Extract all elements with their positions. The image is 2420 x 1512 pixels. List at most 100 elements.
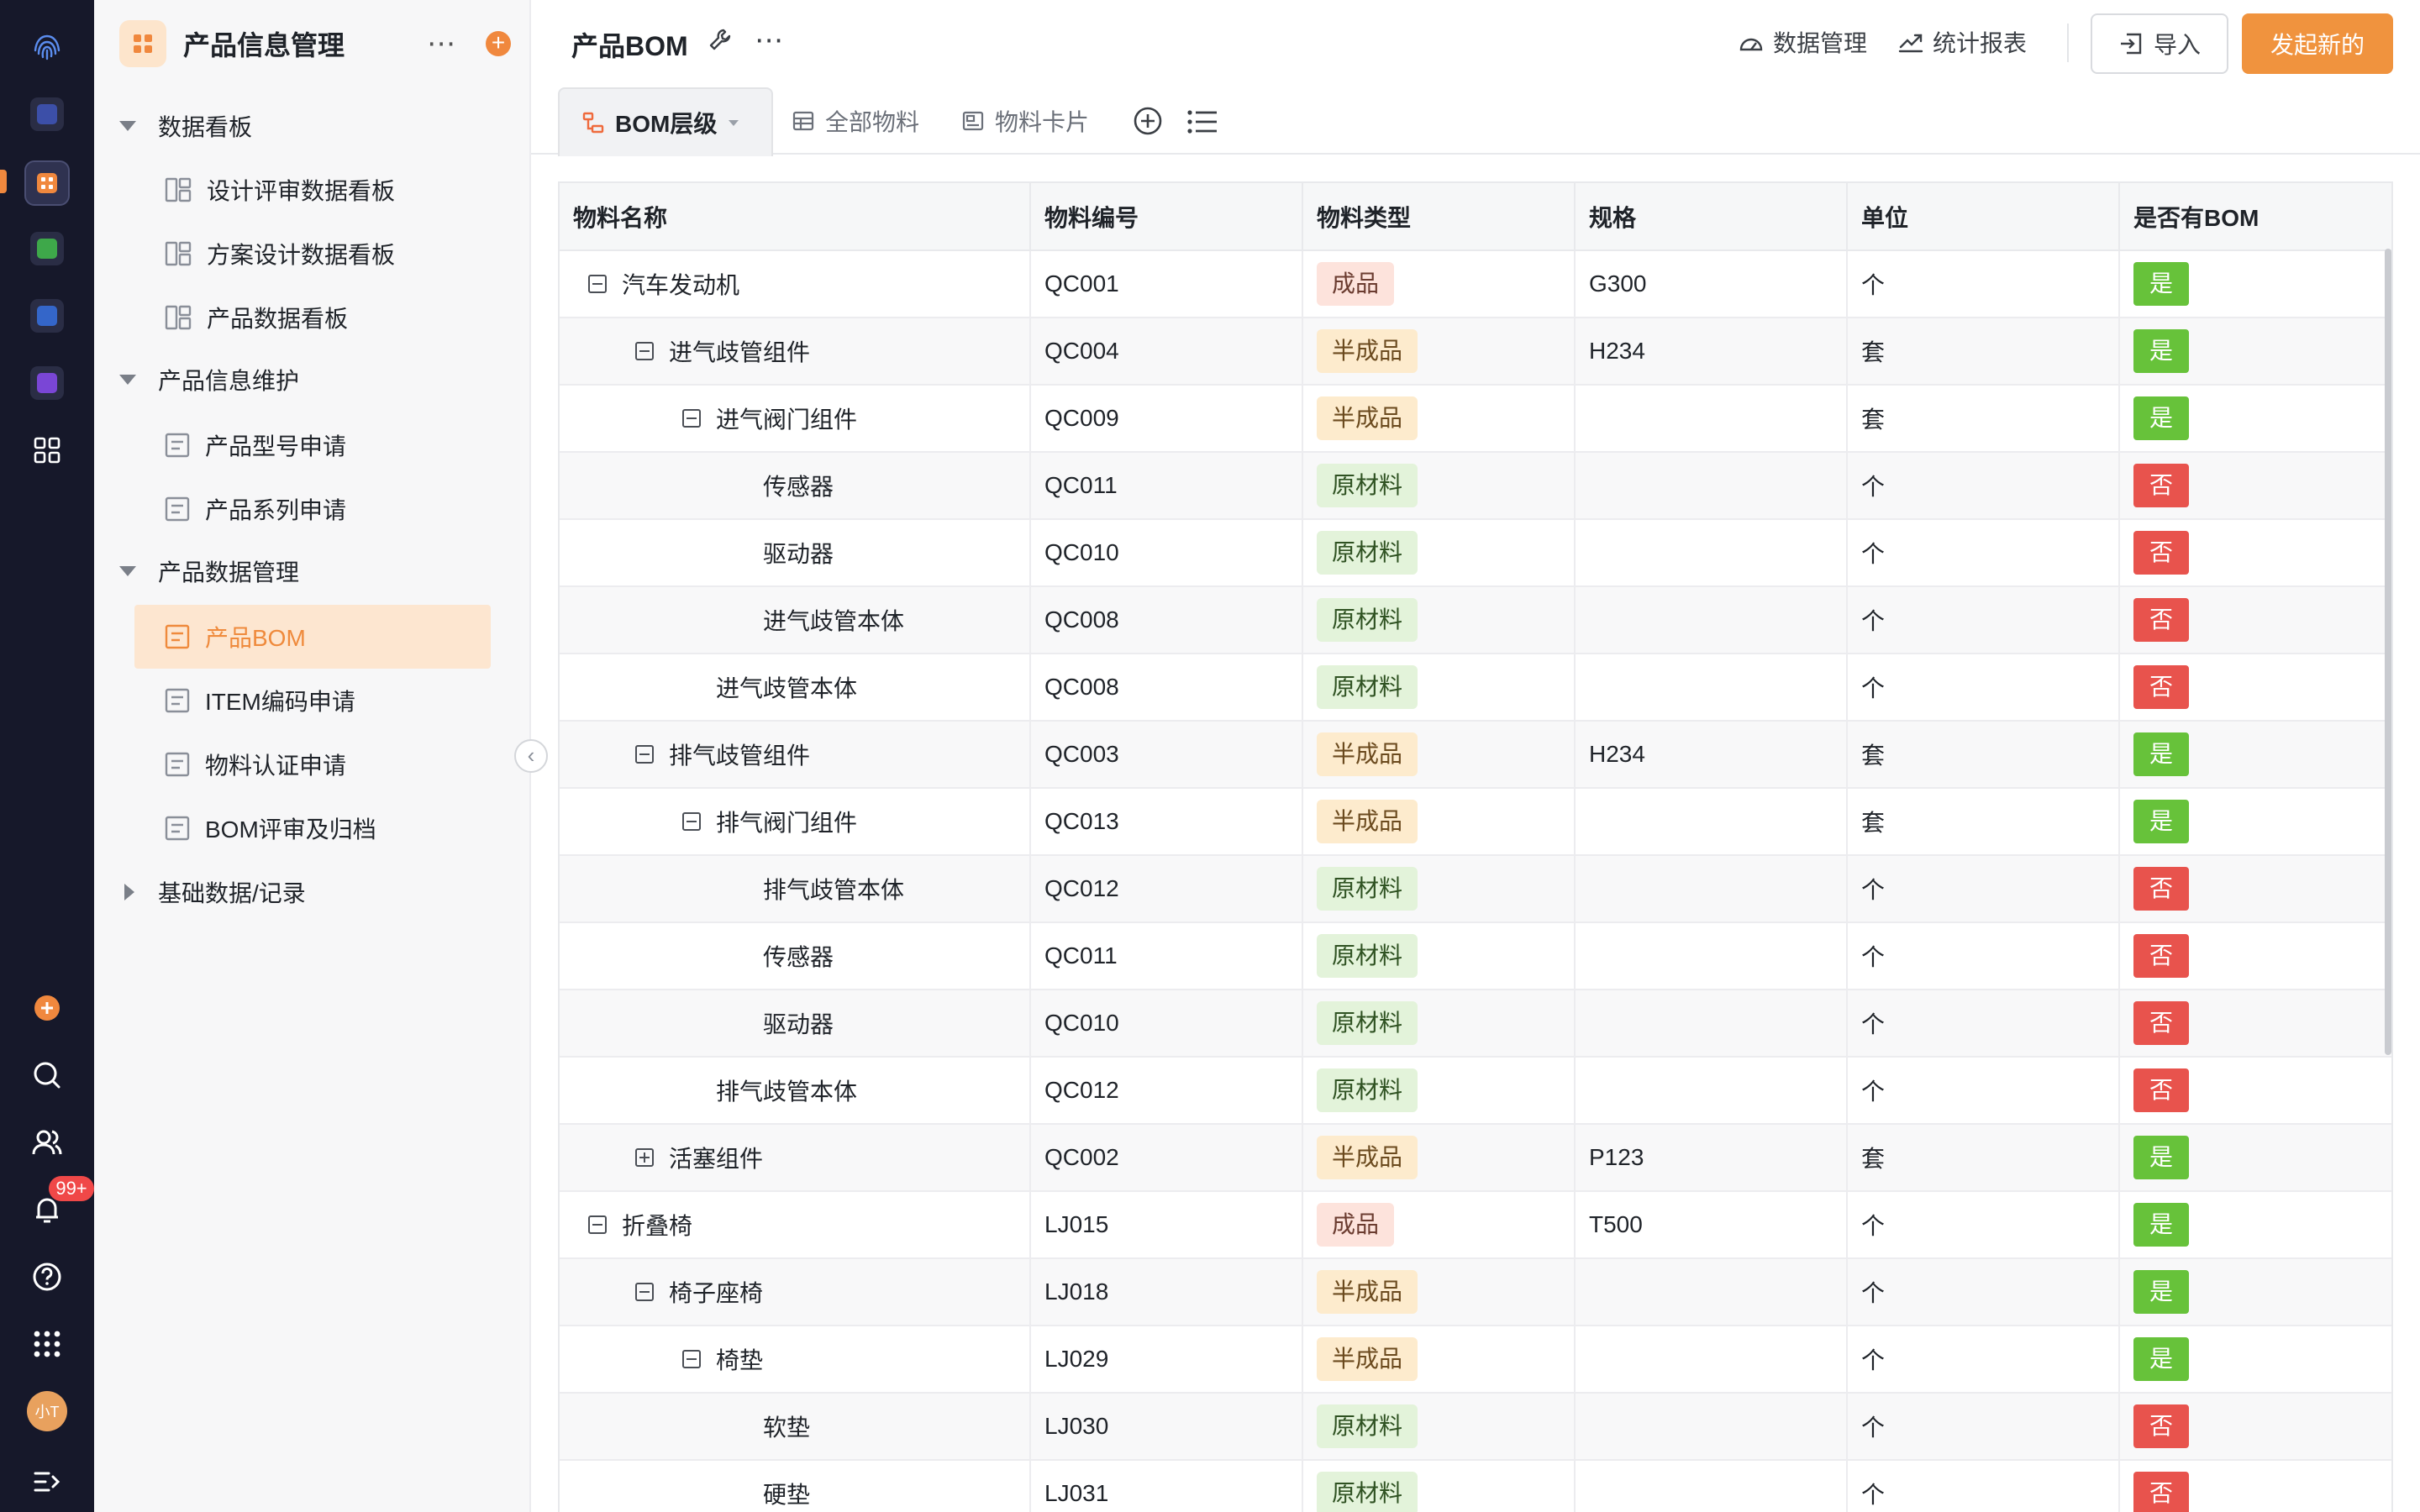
sidebar-item-product-dashboard[interactable]: 产品数据看板	[134, 286, 491, 349]
cell-spec: P123	[1575, 1124, 1848, 1192]
tab-bom-level[interactable]: BOM层级	[558, 87, 773, 156]
column-header[interactable]: 规格	[1575, 183, 1848, 251]
more-options-icon[interactable]: ⋯	[427, 27, 457, 60]
sidebar-item-design-review-dashboard[interactable]: 设计评审数据看板	[134, 158, 491, 222]
module-logo-icon	[119, 20, 166, 67]
sidebar-item-product-bom[interactable]: 产品BOM	[134, 605, 491, 669]
wrench-icon[interactable]	[708, 27, 733, 56]
app-logo-icon[interactable]	[27, 27, 67, 67]
cell-material-code: LJ030	[1030, 1393, 1303, 1461]
table-row[interactable]: 汽车发动机 QC001 成品 G300 个是	[560, 250, 2391, 318]
all-apps-icon[interactable]	[27, 430, 67, 470]
tree-group-product-data[interactable]: 产品数据管理	[119, 546, 299, 596]
column-header[interactable]: 物料编号	[1030, 183, 1303, 251]
has-bom-badge: 否	[2133, 598, 2189, 642]
cell-material-name: 进气歧管组件	[560, 318, 1031, 386]
sidebar-item-bom-review[interactable]: BOM评审及归档	[134, 796, 491, 860]
sidebar-item-solution-design-dashboard[interactable]: 方案设计数据看板	[134, 222, 491, 286]
tab-material-cards[interactable]: 物料卡片	[961, 87, 1089, 155]
docs-app-icon[interactable]	[27, 296, 67, 336]
table-row[interactable]: 进气歧管组件 QC004 半成品 H234 套是	[560, 318, 2391, 386]
material-type-tag: 原材料	[1317, 531, 1418, 575]
column-header[interactable]: 物料类型	[1302, 183, 1576, 251]
table-row[interactable]: 传感器 QC011 原材料 个否	[560, 452, 2391, 520]
column-header[interactable]: 是否有BOM	[2119, 183, 2391, 251]
table-row[interactable]: 进气歧管本体 QC008 原材料 个否	[560, 586, 2391, 654]
table-row[interactable]: 椅垫 LJ029 半成品 个是	[560, 1326, 2391, 1394]
collapse-row-icon[interactable]	[682, 812, 701, 831]
table-row[interactable]: 进气阀门组件 QC009 半成品 套是	[560, 385, 2391, 453]
collapse-sidebar-button[interactable]: ‹	[514, 739, 548, 773]
collapse-row-icon[interactable]	[588, 275, 607, 293]
caret-down-icon	[119, 375, 136, 385]
table-row[interactable]: 传感器 QC011 原材料 个否	[560, 922, 2391, 990]
create-new-button[interactable]: 发起新的	[2242, 13, 2393, 74]
material-name: 排气歧管本体	[716, 1079, 858, 1105]
table-row[interactable]: 排气阀门组件 QC013 半成品 套是	[560, 788, 2391, 856]
table-row[interactable]: 折叠椅 LJ015 成品 T500 个是	[560, 1191, 2391, 1259]
table-row[interactable]: 排气歧管组件 QC003 半成品 H234 套是	[560, 721, 2391, 789]
sidebar-item-series-request[interactable]: 产品系列申请	[134, 477, 491, 541]
more-options-icon[interactable]: ⋯	[755, 24, 785, 57]
help-icon[interactable]	[27, 1257, 67, 1297]
material-name: 传感器	[763, 474, 834, 500]
terminal-app-icon[interactable]	[27, 363, 67, 403]
table-row[interactable]: 驱动器 QC010 原材料 个否	[560, 990, 2391, 1058]
avatar[interactable]: 小T	[27, 1391, 67, 1431]
collapse-row-icon[interactable]	[635, 1283, 654, 1301]
material-type-tag: 原材料	[1317, 1472, 1418, 1512]
has-bom-badge: 否	[2133, 665, 2189, 709]
tree-group-basic-data[interactable]: 基础数据/记录	[119, 867, 306, 917]
data-management-link[interactable]: 数据管理	[1738, 25, 1867, 59]
sidebar-item-label: 产品BOM	[205, 625, 306, 651]
team-app-icon[interactable]	[27, 94, 67, 134]
app-grid-icon[interactable]	[27, 1324, 67, 1364]
add-icon[interactable]: +	[486, 31, 511, 56]
table-row[interactable]: 硬垫 LJ031 原材料 个否	[560, 1460, 2391, 1512]
sidebar-item-item-code-request[interactable]: ITEM编码申请	[134, 669, 491, 732]
collapse-row-icon[interactable]	[635, 745, 654, 764]
table-row[interactable]: 活塞组件 QC002 半成品 P123 套是	[560, 1124, 2391, 1192]
tree-group-dashboard[interactable]: 数据看板	[119, 101, 252, 151]
cell-material-type: 原材料	[1302, 855, 1576, 923]
has-bom-badge: 否	[2133, 531, 2189, 575]
list-view-icon[interactable]	[1186, 108, 1218, 140]
cell-spec	[1575, 1057, 1848, 1125]
collapse-row-icon[interactable]	[588, 1215, 607, 1234]
table-row[interactable]: 进气歧管本体 QC008 原材料 个否	[560, 654, 2391, 722]
import-button[interactable]: 导入	[2091, 13, 2228, 74]
cell-material-type: 原材料	[1302, 1460, 1576, 1512]
expand-menu-icon[interactable]	[27, 1462, 67, 1502]
material-name: 排气歧管本体	[763, 877, 905, 903]
material-type-tag: 半成品	[1317, 396, 1418, 440]
product-app-icon[interactable]	[22, 158, 72, 208]
expand-row-icon[interactable]	[635, 1148, 654, 1167]
cell-material-name: 椅子座椅	[560, 1258, 1031, 1326]
table-row[interactable]: 椅子座椅 LJ018 半成品 个是	[560, 1258, 2391, 1326]
tree-group-label: 产品信息维护	[158, 368, 300, 394]
sidebar-item-model-request[interactable]: 产品型号申请	[134, 413, 491, 477]
table-scrollbar[interactable]	[2385, 249, 2391, 1055]
tab-all-materials[interactable]: 全部物料	[792, 87, 919, 155]
table-row[interactable]: 驱动器 QC010 原材料 个否	[560, 519, 2391, 587]
caret-down-icon[interactable]	[729, 119, 739, 126]
cell-material-code: QC011	[1030, 452, 1303, 520]
add-view-icon[interactable]	[1133, 106, 1163, 140]
column-header[interactable]: 单位	[1847, 183, 2120, 251]
cell-has-bom: 否	[2119, 654, 2391, 722]
sidebar-item-material-cert[interactable]: 物料认证申请	[134, 732, 491, 796]
report-app-icon[interactable]	[27, 228, 67, 269]
stats-report-link[interactable]: 统计报表	[1897, 25, 2027, 59]
quick-add-icon[interactable]	[27, 988, 67, 1028]
contacts-icon[interactable]	[27, 1122, 67, 1163]
collapse-row-icon[interactable]	[682, 1350, 701, 1368]
search-icon[interactable]	[27, 1055, 67, 1095]
column-header[interactable]: 物料名称	[560, 183, 1031, 251]
collapse-row-icon[interactable]	[682, 409, 701, 428]
table-row[interactable]: 软垫 LJ030 原材料 个否	[560, 1393, 2391, 1461]
table-row[interactable]: 排气歧管本体 QC012 原材料 个否	[560, 855, 2391, 923]
cell-material-name: 进气歧管本体	[560, 586, 1031, 654]
table-row[interactable]: 排气歧管本体 QC012 原材料 个否	[560, 1057, 2391, 1125]
tree-group-product-info[interactable]: 产品信息维护	[119, 354, 299, 405]
collapse-row-icon[interactable]	[635, 342, 654, 360]
